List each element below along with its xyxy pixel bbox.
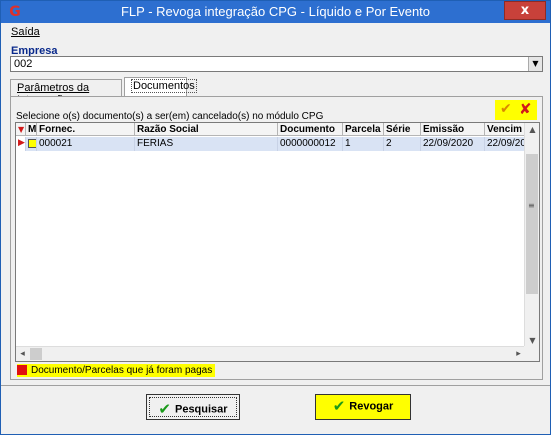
horizontal-scroll-thumb[interactable]: [30, 348, 42, 360]
pesquisar-button[interactable]: ✔ Pesquisar: [146, 394, 240, 420]
check-icon: ✔: [332, 397, 346, 415]
footer-separator: [1, 385, 550, 386]
scroll-corner: [524, 346, 539, 361]
column-header-m[interactable]: M: [26, 123, 37, 136]
close-button[interactable]: x: [504, 1, 546, 20]
selection-toolbar: ✔ ✘: [495, 100, 537, 120]
cell-serie[interactable]: 2: [384, 137, 421, 151]
empresa-combobox[interactable]: 002 ▼: [10, 56, 543, 72]
column-header-razao-social[interactable]: Razão Social: [135, 123, 278, 136]
scroll-up-icon[interactable]: ▲: [525, 123, 539, 136]
vertical-scroll-thumb[interactable]: [526, 154, 538, 294]
menu-item-saida[interactable]: Saída: [11, 26, 40, 38]
title-bar[interactable]: G FLP - Revoga integração CPG - Líquido …: [1, 1, 550, 23]
cell-razao-social[interactable]: FERIAS: [135, 137, 278, 151]
column-header-documento[interactable]: Documento: [278, 123, 343, 136]
window-title: FLP - Revoga integração CPG - Líquido e …: [120, 4, 431, 19]
legend-text: Documento/Parcelas que já foram pagas: [31, 365, 213, 376]
sort-marker-icon[interactable]: ▼: [16, 123, 26, 136]
cell-documento[interactable]: 0000000012: [278, 137, 343, 151]
cell-vencimento[interactable]: 22/09/20: [485, 137, 525, 151]
column-header-emissao[interactable]: Emissão: [421, 123, 485, 136]
column-header-serie[interactable]: Série: [384, 123, 421, 136]
legend: Documento/Parcelas que já foram pagas: [17, 364, 216, 377]
pesquisar-focus-ring: ✔ Pesquisar: [149, 397, 237, 418]
legend-swatch: [17, 365, 27, 375]
dropdown-arrow-icon[interactable]: ▼: [528, 57, 542, 71]
revogar-button[interactable]: ✔ Revogar: [315, 394, 411, 420]
instruction-text: Selecione o(s) documento(s) a ser(em) ca…: [16, 111, 324, 122]
column-header-vencimento[interactable]: Vencim: [485, 123, 525, 136]
column-header-fornec[interactable]: Fornec.: [37, 123, 135, 136]
tab-parametros[interactable]: Parâmetros da Integração: [10, 79, 122, 106]
cell-fornec[interactable]: 000021: [37, 137, 135, 151]
cell-parcela[interactable]: 1: [343, 137, 384, 151]
documentos-panel: Selecione o(s) documento(s) a ser(em) ca…: [10, 96, 543, 380]
close-icon: x: [520, 3, 530, 18]
pesquisar-label: Pesquisar: [174, 403, 228, 416]
horizontal-scrollbar[interactable]: ◂ ▸: [16, 346, 525, 361]
tab-documentos-label: Documentos: [131, 79, 197, 93]
scroll-grip-icon: ≡: [528, 201, 535, 210]
scroll-left-icon[interactable]: ◂: [16, 347, 29, 361]
check-icon: ✔: [158, 400, 171, 418]
revogar-label: Revogar: [349, 400, 394, 413]
empresa-value: 002: [14, 58, 33, 70]
check-icon[interactable]: ✔: [500, 101, 512, 117]
documents-grid[interactable]: ▼ M Fornec. Razão Social Documento Parce…: [15, 122, 540, 362]
vertical-scrollbar[interactable]: ▲ ≡ ▼: [524, 123, 539, 347]
menu-bar: Saída: [1, 23, 550, 41]
cell-emissao[interactable]: 22/09/2020: [421, 137, 485, 151]
tab-documentos[interactable]: Documentos: [124, 77, 197, 97]
x-icon[interactable]: ✘: [519, 100, 532, 118]
row-mark-checkbox[interactable]: [26, 137, 37, 151]
column-header-parcela[interactable]: Parcela: [343, 123, 384, 136]
row-pointer-icon: ▶: [16, 137, 26, 151]
main-window: G FLP - Revoga integração CPG - Líquido …: [0, 0, 551, 435]
